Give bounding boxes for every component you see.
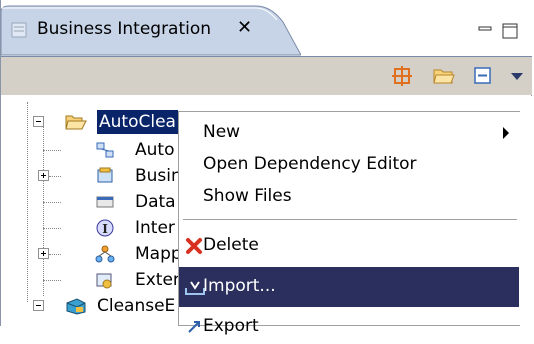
menu-item-import[interactable]: Import... bbox=[179, 267, 519, 307]
tree-child-label: Auto bbox=[135, 140, 175, 160]
grid-icon[interactable] bbox=[390, 64, 414, 88]
tree-child-label: Exter bbox=[135, 270, 180, 290]
tree-connector bbox=[43, 280, 61, 281]
menu-item-open-dependency-editor[interactable]: Open Dependency Editor bbox=[179, 148, 519, 182]
menu-item-label: New bbox=[203, 122, 241, 142]
interfaces-icon: I bbox=[95, 219, 115, 237]
view-toolbar bbox=[1, 57, 532, 95]
external-icon bbox=[95, 271, 115, 289]
tree-connector bbox=[43, 150, 61, 151]
tree-child-label: Inter bbox=[135, 218, 175, 238]
submenu-arrow-icon bbox=[503, 127, 509, 139]
menu-item-new[interactable]: New bbox=[179, 116, 519, 150]
svg-text:I: I bbox=[102, 222, 108, 236]
export-icon bbox=[185, 318, 205, 336]
collapse-expander[interactable] bbox=[33, 300, 44, 311]
business-objects-icon bbox=[95, 167, 115, 185]
context-menu: New Open Dependency Editor Show Files De… bbox=[178, 111, 520, 336]
menu-item-label: Delete bbox=[203, 235, 259, 255]
menu-item-label: Open Dependency Editor bbox=[203, 154, 417, 174]
tree-child-label: Busin bbox=[135, 166, 182, 186]
open-project-folder-icon bbox=[65, 113, 87, 131]
open-folder-icon[interactable] bbox=[432, 64, 456, 88]
tree-child-label: Mapp bbox=[135, 244, 182, 264]
expand-expander[interactable] bbox=[38, 170, 49, 181]
tab-title: Business Integration bbox=[37, 19, 212, 39]
close-icon[interactable]: ✕ bbox=[237, 17, 252, 38]
module-icon bbox=[65, 297, 86, 315]
menu-item-export[interactable]: Export bbox=[179, 310, 519, 344]
tree-connector bbox=[49, 254, 61, 255]
view-tab-strip: Business Integration ✕ bbox=[1, 0, 532, 57]
minimize-icon[interactable] bbox=[477, 22, 493, 43]
tree-child-label: Data bbox=[135, 192, 176, 212]
menu-separator bbox=[183, 219, 517, 221]
view-menu-icon[interactable] bbox=[506, 64, 530, 88]
delete-icon bbox=[185, 237, 205, 255]
tree-connector bbox=[27, 102, 28, 302]
collapse-all-icon[interactable] bbox=[471, 64, 495, 88]
import-icon bbox=[185, 278, 205, 296]
dependency-icon bbox=[95, 141, 115, 159]
expand-expander[interactable] bbox=[38, 248, 49, 259]
menu-item-delete[interactable]: Delete bbox=[179, 229, 519, 263]
tree-connector bbox=[43, 202, 61, 203]
menu-item-label: Show Files bbox=[203, 186, 292, 206]
tree-root-label[interactable]: AutoClea bbox=[97, 110, 178, 134]
business-integration-view-icon bbox=[11, 22, 27, 38]
tree-root-label[interactable]: CleanseE bbox=[97, 294, 175, 318]
maximize-icon[interactable] bbox=[501, 22, 519, 45]
collapse-expander[interactable] bbox=[33, 116, 44, 127]
tree-connector bbox=[49, 176, 61, 177]
tree-connector bbox=[43, 228, 61, 229]
menu-item-label: Import... bbox=[203, 276, 276, 296]
menu-item-show-files[interactable]: Show Files bbox=[179, 180, 519, 214]
tab-business-integration[interactable]: Business Integration ✕ bbox=[1, 0, 301, 56]
mappings-icon bbox=[95, 245, 115, 263]
menu-item-label: Export bbox=[203, 316, 259, 336]
data-types-icon bbox=[95, 193, 115, 211]
